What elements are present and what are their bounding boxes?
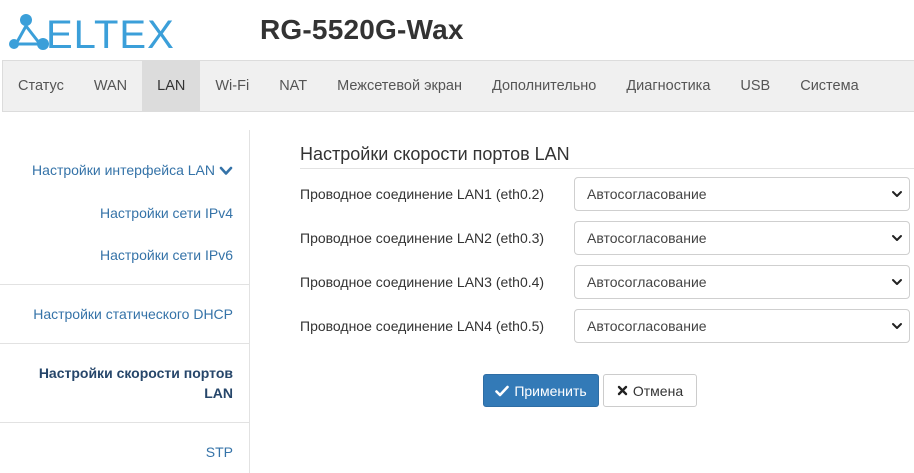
tab-diagnostics[interactable]: Диагностика xyxy=(611,61,725,111)
select-value: Автосогласование xyxy=(587,230,707,246)
cancel-button[interactable]: Отмена xyxy=(603,374,697,407)
apply-button[interactable]: Применить xyxy=(483,374,599,407)
sidebar-divider xyxy=(0,422,250,423)
sidebar-item-ipv6[interactable]: Настройки сети IPv6 xyxy=(100,247,233,263)
chevron-down-icon xyxy=(892,191,902,197)
sidebar-item-ipv4[interactable]: Настройки сети IPv4 xyxy=(100,205,233,221)
tab-status[interactable]: Статус xyxy=(3,61,79,111)
tab-lan[interactable]: LAN xyxy=(142,61,201,111)
sidebar-item-label: Настройки интерфейса LAN xyxy=(32,162,215,178)
chevron-down-icon xyxy=(892,279,902,285)
section-divider xyxy=(300,168,914,169)
eltex-logo-icon: ELTEX xyxy=(9,13,175,52)
sidebar-divider xyxy=(0,343,250,344)
lan3-speed-select[interactable]: Автосогласование xyxy=(574,265,910,299)
lan2-label: Проводное соединение LAN2 (eth0.3) xyxy=(300,230,545,246)
chevron-down-icon xyxy=(892,323,902,329)
logo-text: ELTEX xyxy=(46,13,175,52)
tab-system[interactable]: Система xyxy=(785,61,873,111)
tab-wifi[interactable]: Wi-Fi xyxy=(200,61,264,111)
checkmark-icon xyxy=(495,385,510,396)
top-nav: Статус WAN LAN Wi-Fi NAT Межсетевой экра… xyxy=(2,60,914,112)
sidebar-item-label: LAN xyxy=(204,385,233,401)
tab-wan[interactable]: WAN xyxy=(79,61,142,111)
sidebar-item-stp[interactable]: STP xyxy=(206,444,233,460)
tab-advanced[interactable]: Дополнительно xyxy=(477,61,611,111)
lan1-label: Проводное соединение LAN1 (eth0.2) xyxy=(300,186,545,202)
lan3-label: Проводное соединение LAN3 (eth0.4) xyxy=(300,274,545,290)
chevron-down-icon xyxy=(219,166,233,176)
tab-firewall[interactable]: Межсетевой экран xyxy=(322,61,477,111)
select-value: Автосогласование xyxy=(587,274,707,290)
lan2-speed-select[interactable]: Автосогласование xyxy=(574,221,910,255)
section-title: Настройки скорости портов LAN xyxy=(300,144,570,164)
select-value: Автосогласование xyxy=(587,318,707,334)
apply-button-label: Применить xyxy=(514,382,587,399)
header: ELTEX RG-5520G-Wax xyxy=(0,0,914,60)
close-icon xyxy=(617,385,628,396)
sidebar-item-port-speed[interactable]: Настройки скорости портов LAN xyxy=(39,363,233,403)
cancel-button-label: Отмена xyxy=(632,382,684,399)
chevron-down-icon xyxy=(892,235,902,241)
sidebar-item-lan-interface[interactable]: Настройки интерфейса LAN xyxy=(32,162,233,178)
select-value: Автосогласование xyxy=(587,186,707,202)
sidebar-divider xyxy=(0,284,250,285)
sidebar-item-label: Настройки скорости портов xyxy=(38,365,233,381)
lan4-label: Проводное соединение LAN4 (eth0.5) xyxy=(300,318,545,334)
lan1-speed-select[interactable]: Автосогласование xyxy=(574,177,910,211)
lan4-speed-select[interactable]: Автосогласование xyxy=(574,309,910,343)
sidebar: Настройки интерфейса LAN Настройки сети … xyxy=(0,130,250,473)
tab-usb[interactable]: USB xyxy=(725,61,785,111)
sidebar-item-static-dhcp[interactable]: Настройки статического DHCP xyxy=(33,306,233,322)
device-title: RG-5520G-Wax xyxy=(260,14,464,45)
tab-nat[interactable]: NAT xyxy=(264,61,322,111)
